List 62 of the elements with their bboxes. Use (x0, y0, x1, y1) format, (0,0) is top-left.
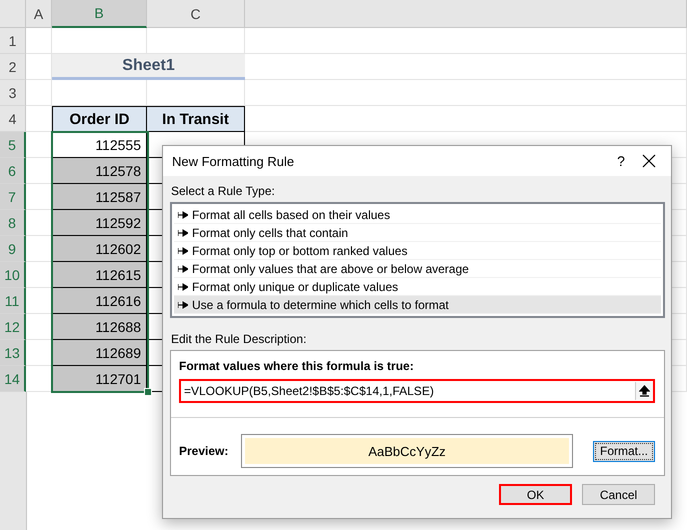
format-button[interactable]: Format... (592, 440, 655, 462)
row-header[interactable]: 12 (0, 314, 26, 340)
rule-type-label: Use a formula to determine which cells to format (192, 298, 449, 312)
rule-type-item[interactable]: Format only top or bottom ranked values (174, 242, 661, 260)
rule-type-item[interactable]: Format only cells that contain (174, 224, 661, 242)
rule-type-label: Format only top or bottom ranked values (192, 244, 408, 258)
arrow-icon (178, 246, 188, 254)
dialog-button[interactable]: Cancel (582, 484, 655, 505)
formula-field[interactable]: =VLOOKUP(B5,Sheet2!$B$5:$C$14,1,FALSE) (181, 384, 635, 398)
column-header[interactable]: C (147, 0, 245, 28)
rule-type-label: Format only unique or duplicate values (192, 280, 398, 294)
row-header[interactable]: 9 (0, 236, 26, 262)
window-title: New Formatting Rule (172, 154, 296, 168)
row-header[interactable]: 13 (0, 340, 26, 366)
arrow-icon (178, 264, 188, 272)
section-label: Edit the Rule Description: (170, 332, 308, 346)
rule-type-item[interactable]: Use a formula to determine which cells to format (174, 296, 661, 314)
preview-box: AaBbCcYyZz (241, 434, 573, 468)
arrow-icon (178, 300, 188, 308)
column-header-cell: In Transit (147, 106, 245, 132)
rule-type-item[interactable]: Format only values that are above or below average (174, 260, 661, 278)
preview-label: Preview: (179, 444, 230, 458)
row-header[interactable]: 5 (0, 132, 26, 158)
table-cell: 112689 (52, 340, 147, 366)
sheet-title: Sheet1 (52, 54, 245, 80)
table-cell: 112615 (52, 262, 147, 288)
arrow-icon (178, 282, 188, 290)
column-header[interactable]: A (26, 0, 52, 28)
rule-type-label: Format only values that are above or below average (192, 262, 469, 276)
column-header-cell: Order ID (52, 106, 147, 132)
row-header[interactable]: 7 (0, 184, 26, 210)
row-header[interactable]: 3 (0, 80, 26, 106)
close-icon[interactable] (641, 153, 657, 169)
upload-icon (639, 385, 650, 397)
row-header[interactable]: 14 (0, 366, 26, 392)
rule-type-label: Format all cells based on their values (192, 208, 390, 222)
help-button[interactable]: ? (601, 153, 641, 169)
row-header[interactable]: 2 (0, 54, 26, 80)
table-cell: 112701 (52, 366, 147, 392)
row-header[interactable]: 11 (0, 288, 26, 314)
table-cell: 112688 (52, 314, 147, 340)
rule-type-label: Format only cells that contain (192, 226, 348, 240)
row-header[interactable]: 1 (0, 28, 26, 54)
row-header[interactable]: 10 (0, 262, 26, 288)
row-header[interactable]: 4 (0, 106, 26, 132)
table-cell: 112602 (52, 236, 147, 262)
row-header[interactable]: 8 (0, 210, 26, 236)
arrow-icon (178, 210, 188, 218)
table-cell: 112587 (52, 184, 147, 210)
dialog-button[interactable]: OK (499, 484, 572, 505)
table-cell: 112616 (52, 288, 147, 314)
table-cell: 112578 (52, 158, 147, 184)
collapse-button[interactable] (635, 382, 653, 400)
section-label: Select a Rule Type: (170, 184, 276, 198)
arrow-icon (178, 228, 188, 236)
field-label: Format values where this formula is true: (179, 359, 415, 373)
formula-box[interactable]: =VLOOKUP(B5,Sheet2!$B$5:$C$14,1,FALSE) (179, 379, 655, 403)
row-header[interactable]: 6 (0, 158, 26, 184)
column-header[interactable]: B (52, 0, 147, 28)
table-cell: 112592 (52, 210, 147, 236)
table-cell: 112555 (52, 132, 147, 158)
rule-type-item[interactable]: Format all cells based on their values (174, 206, 661, 224)
